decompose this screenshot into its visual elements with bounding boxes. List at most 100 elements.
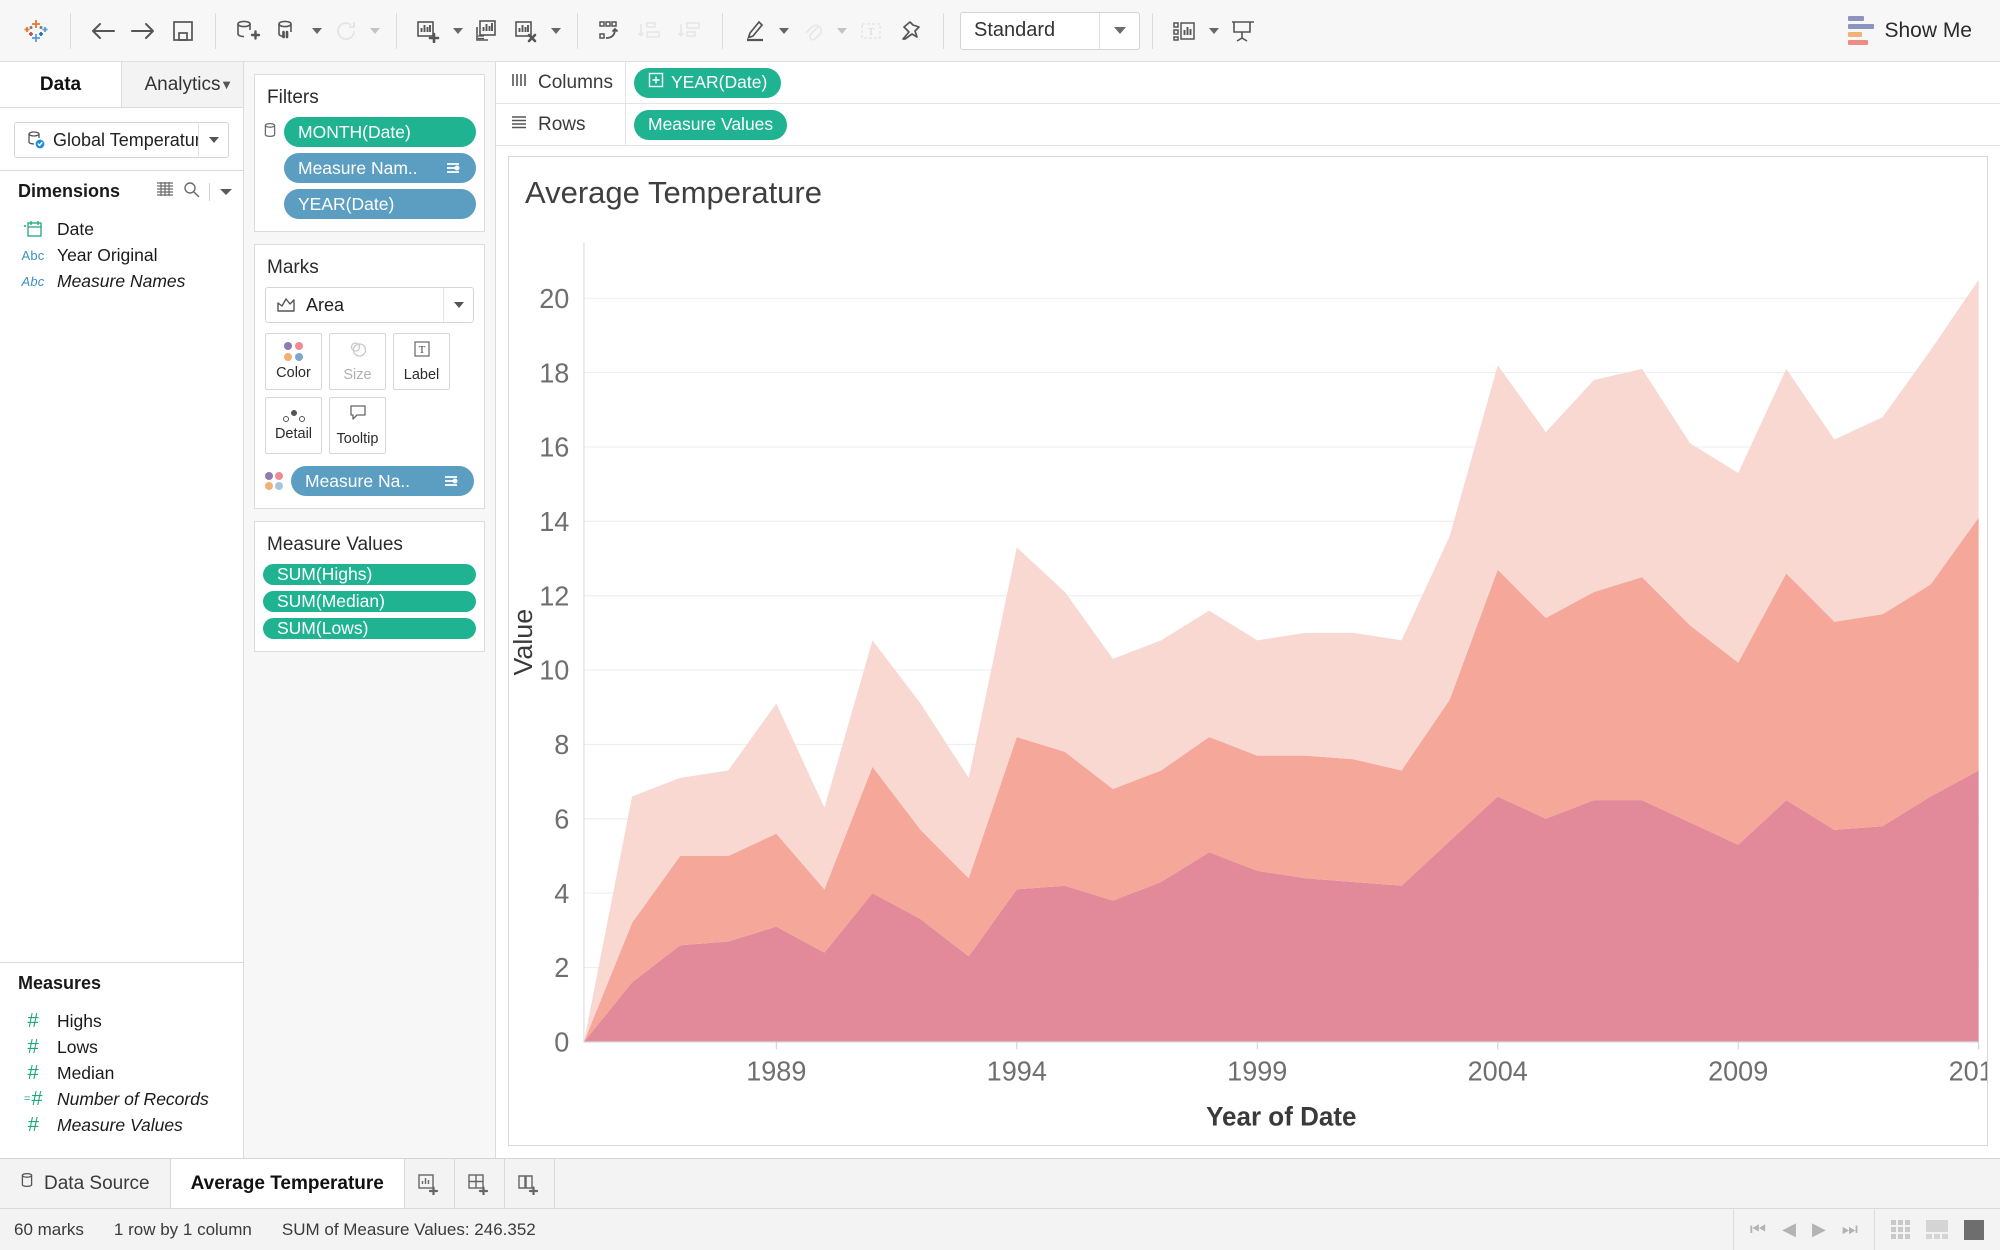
columns-shelf-drop-zone[interactable]: YEAR(Date) xyxy=(626,62,2000,103)
tab-data-label: Data xyxy=(39,73,82,95)
dimension-measure-names[interactable]: Abc Measure Names xyxy=(0,268,243,294)
filter-pill-measure-names[interactable]: Measure Nam.. xyxy=(284,153,476,183)
data-pane: Data Analytics ▼ Global Temperatures xyxy=(0,62,244,1158)
measures-section: Measures # Highs # Lows # Median = # Num… xyxy=(0,962,243,1158)
sort-descending-button[interactable] xyxy=(670,11,710,51)
previous-page-icon[interactable]: ◀ xyxy=(1782,1219,1796,1240)
first-page-icon[interactable]: ⏮ xyxy=(1750,1219,1766,1240)
tab-resize-handle-icon[interactable]: ▼ xyxy=(220,78,233,91)
marks-tooltip-button[interactable]: Tooltip xyxy=(329,397,386,454)
status-marks-count: 60 marks xyxy=(14,1219,84,1239)
new-worksheet-button[interactable] xyxy=(409,11,449,51)
highlighter-dropdown-caret[interactable] xyxy=(775,11,793,51)
plus-box-icon[interactable] xyxy=(648,72,664,93)
swap-rows-columns-button[interactable] xyxy=(590,11,630,51)
sort-ascending-button[interactable] xyxy=(630,11,670,51)
dimension-year-original[interactable]: Abc Year Original xyxy=(0,242,243,268)
marks-detail-button[interactable]: Detail xyxy=(265,397,322,454)
back-button[interactable] xyxy=(83,11,123,51)
tableau-desktop-window: T Standard Show Me Data Analytics ▼ Glob… xyxy=(0,0,2000,1250)
duplicate-sheet-button[interactable] xyxy=(467,11,507,51)
marks-encoding-pill-measure-names[interactable]: Measure Na.. xyxy=(291,466,474,496)
columns-pill-year-date[interactable]: YEAR(Date) xyxy=(634,67,782,98)
text-box-button[interactable]: T xyxy=(851,11,891,51)
refresh-dropdown-caret[interactable] xyxy=(366,11,384,51)
forward-button[interactable] xyxy=(123,11,163,51)
area-chart[interactable]: 0 2 4 6 8 10 12 14 16 18 20 1989 1994 1999 2004 2009 201… xyxy=(509,221,1987,1145)
measure-median[interactable]: # Median xyxy=(0,1060,243,1086)
filter-icon xyxy=(445,161,462,175)
tab-analytics[interactable]: Analytics ▼ xyxy=(121,62,243,107)
highlighter-button[interactable] xyxy=(735,11,775,51)
tab-data[interactable]: Data xyxy=(0,62,121,107)
mark-type-dropdown-icon[interactable] xyxy=(443,288,473,322)
clear-dropdown-caret[interactable] xyxy=(547,11,565,51)
filters-card: Filters MONTH(Date) Measure Nam.. YEAR(D… xyxy=(254,74,485,232)
tab-average-temperature[interactable]: Average Temperature xyxy=(170,1159,405,1208)
presentation-mode-button[interactable] xyxy=(1223,11,1263,51)
marks-size-button[interactable]: Size xyxy=(329,333,386,390)
toolbar-divider xyxy=(70,12,71,49)
fit-select[interactable]: Standard xyxy=(960,11,1140,50)
filmstrip-view-icon[interactable] xyxy=(1926,1220,1948,1239)
cards-dropdown-caret[interactable] xyxy=(1205,11,1223,51)
chevron-down-icon[interactable] xyxy=(1099,12,1139,49)
svg-text:18: 18 xyxy=(539,357,569,388)
status-sum: SUM of Measure Values: 246.352 xyxy=(281,1219,536,1239)
grid-view-icon[interactable] xyxy=(1891,1220,1910,1239)
main-toolbar: T Standard Show Me xyxy=(0,0,2000,62)
chevron-down-icon[interactable] xyxy=(219,181,233,202)
tab-label: Average Temperature xyxy=(190,1172,384,1194)
measure-number-of-records[interactable]: = # Number of Records xyxy=(0,1086,243,1112)
pill-label: SUM(Median) xyxy=(277,591,385,611)
last-page-icon[interactable]: ⏭ xyxy=(1842,1219,1858,1240)
add-data-source-button[interactable] xyxy=(228,11,268,51)
mark-type-selector[interactable]: Area xyxy=(265,287,474,323)
measure-value-pill-sum-highs[interactable]: SUM(Highs) xyxy=(263,564,476,585)
marks-label-button[interactable]: T Label xyxy=(393,333,450,390)
new-story-tab-button[interactable] xyxy=(505,1159,555,1208)
next-page-icon[interactable]: ▶ xyxy=(1812,1219,1826,1240)
data-source-dropdown-icon[interactable] xyxy=(198,123,228,157)
tableau-logo-icon[interactable] xyxy=(14,9,58,53)
new-worksheet-tab-button[interactable] xyxy=(405,1159,455,1208)
marks-color-button[interactable]: Color xyxy=(265,333,322,390)
filter-pill-month-date[interactable]: MONTH(Date) xyxy=(284,117,476,147)
save-button[interactable] xyxy=(163,11,203,51)
new-dashboard-tab-button[interactable] xyxy=(455,1159,505,1208)
clear-sheet-button[interactable] xyxy=(507,11,547,51)
filter-pill-year-date[interactable]: YEAR(Date) xyxy=(284,189,476,219)
show-hide-cards-button[interactable] xyxy=(1165,11,1205,51)
dimension-date[interactable]: Date xyxy=(0,216,243,242)
grid-view-icon[interactable] xyxy=(156,181,174,202)
data-source-selector[interactable]: Global Temperatures xyxy=(14,122,229,158)
viz-plot-area[interactable]: 0 2 4 6 8 10 12 14 16 18 20 1989 1994 1999 2004 2009 201… xyxy=(509,221,1987,1145)
attach-dropdown-caret[interactable] xyxy=(833,11,851,51)
pause-auto-updates-button[interactable] xyxy=(268,11,308,51)
measure-measure-values[interactable]: # Measure Values xyxy=(0,1112,243,1138)
measure-value-pill-sum-lows[interactable]: SUM(Lows) xyxy=(263,618,476,639)
search-icon[interactable] xyxy=(183,181,200,203)
refresh-button[interactable] xyxy=(326,11,366,51)
rows-pill-measure-values[interactable]: Measure Values xyxy=(634,109,788,140)
new-worksheet-dropdown-caret[interactable] xyxy=(449,11,467,51)
rows-shelf-drop-zone[interactable]: Measure Values xyxy=(626,104,2000,145)
measure-highs[interactable]: # Highs xyxy=(0,1008,243,1034)
marks-button-label: Tooltip xyxy=(336,431,379,447)
show-me-button[interactable]: Show Me xyxy=(1834,10,1986,51)
worksheet-tabs-bar: Data Source Average Temperature xyxy=(0,1158,2000,1208)
marks-encoding-row: Measure Na.. xyxy=(255,454,484,508)
measure-lows[interactable]: # Lows xyxy=(0,1034,243,1060)
pause-dropdown-caret[interactable] xyxy=(308,11,326,51)
tab-data-source[interactable]: Data Source xyxy=(0,1159,171,1208)
number-hash-icon: # xyxy=(27,1036,39,1058)
attach-button[interactable] xyxy=(793,11,833,51)
svg-text:T: T xyxy=(418,344,425,356)
fix-axes-button[interactable] xyxy=(891,11,931,51)
toolbar-divider xyxy=(577,12,578,49)
svg-text:1989: 1989 xyxy=(746,1055,806,1086)
filters-card-title: Filters xyxy=(267,87,319,108)
fullscreen-view-icon[interactable] xyxy=(1964,1219,1984,1240)
measure-value-pill-sum-median[interactable]: SUM(Median) xyxy=(263,591,476,612)
pill-label: YEAR(Date) xyxy=(298,193,395,214)
